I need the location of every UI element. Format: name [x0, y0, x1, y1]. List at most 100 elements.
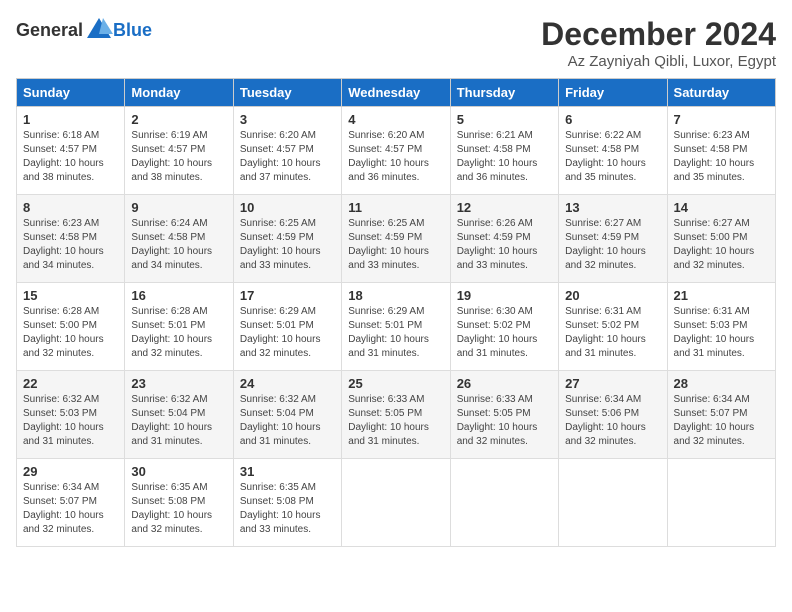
calendar-day-cell: 3 Sunrise: 6:20 AMSunset: 4:57 PMDaylight…	[233, 107, 341, 195]
day-detail: Sunrise: 6:34 AMSunset: 5:07 PMDaylight:…	[674, 393, 769, 449]
logo: General Blue	[16, 16, 152, 44]
header: General Blue December 2024 Az Zayniyah Q…	[16, 16, 776, 70]
day-detail: Sunrise: 6:34 AMSunset: 5:07 PMDaylight:…	[23, 481, 118, 537]
day-number: 5	[457, 112, 552, 127]
day-detail: Sunrise: 6:26 AMSunset: 4:59 PMDaylight:…	[457, 217, 552, 273]
day-number: 4	[348, 112, 443, 127]
day-detail: Sunrise: 6:32 AMSunset: 5:04 PMDaylight:…	[240, 393, 335, 449]
calendar-day-cell: 31 Sunrise: 6:35 AMSunset: 5:08 PMDayligh…	[233, 459, 341, 547]
day-detail: Sunrise: 6:20 AMSunset: 4:57 PMDaylight:…	[240, 129, 335, 185]
day-detail: Sunrise: 6:27 AMSunset: 5:00 PMDaylight:…	[674, 217, 769, 273]
day-detail: Sunrise: 6:34 AMSunset: 5:06 PMDaylight:…	[565, 393, 660, 449]
calendar-day-cell: 29Sunrise: 6:34 AMSunset: 5:07 PMDayligh…	[17, 459, 125, 547]
day-number: 18	[348, 288, 443, 303]
calendar-day-cell: 26 Sunrise: 6:33 AMSunset: 5:05 PMDayligh…	[450, 371, 558, 459]
calendar-day-cell: 2 Sunrise: 6:19 AMSunset: 4:57 PMDaylight…	[125, 107, 233, 195]
weekday-header-cell: Wednesday	[342, 79, 450, 107]
calendar-week-row: 22Sunrise: 6:32 AMSunset: 5:03 PMDayligh…	[17, 371, 776, 459]
calendar-day-cell: 12 Sunrise: 6:26 AMSunset: 4:59 PMDayligh…	[450, 195, 558, 283]
day-number: 27	[565, 376, 660, 391]
day-detail: Sunrise: 6:23 AMSunset: 4:58 PMDaylight:…	[23, 217, 118, 273]
day-number: 1	[23, 112, 118, 127]
calendar-day-cell: 14 Sunrise: 6:27 AMSunset: 5:00 PMDayligh…	[667, 195, 775, 283]
calendar-day-cell: 25 Sunrise: 6:33 AMSunset: 5:05 PMDayligh…	[342, 371, 450, 459]
weekday-header-cell: Tuesday	[233, 79, 341, 107]
day-detail: Sunrise: 6:31 AMSunset: 5:02 PMDaylight:…	[565, 305, 660, 361]
day-detail: Sunrise: 6:33 AMSunset: 5:05 PMDaylight:…	[348, 393, 443, 449]
day-number: 10	[240, 200, 335, 215]
day-number: 3	[240, 112, 335, 127]
calendar-day-cell: 5 Sunrise: 6:21 AMSunset: 4:58 PMDaylight…	[450, 107, 558, 195]
calendar-day-cell: 28 Sunrise: 6:34 AMSunset: 5:07 PMDayligh…	[667, 371, 775, 459]
day-detail: Sunrise: 6:35 AMSunset: 5:08 PMDaylight:…	[131, 481, 226, 537]
logo-blue: Blue	[113, 20, 152, 41]
day-number: 19	[457, 288, 552, 303]
calendar-day-cell: 6Sunrise: 6:22 AMSunset: 4:58 PMDaylight…	[559, 107, 667, 195]
page-container: General Blue December 2024 Az Zayniyah Q…	[16, 16, 776, 547]
logo-general: General	[16, 20, 83, 41]
day-number: 31	[240, 464, 335, 479]
day-number: 14	[674, 200, 769, 215]
day-detail: Sunrise: 6:30 AMSunset: 5:02 PMDaylight:…	[457, 305, 552, 361]
calendar-day-cell: 17 Sunrise: 6:29 AMSunset: 5:01 PMDayligh…	[233, 283, 341, 371]
day-number: 2	[131, 112, 226, 127]
title-area: December 2024 Az Zayniyah Qibli, Luxor, …	[541, 16, 776, 70]
day-number: 17	[240, 288, 335, 303]
day-number: 7	[674, 112, 769, 127]
day-detail: Sunrise: 6:23 AMSunset: 4:58 PMDaylight:…	[674, 129, 769, 185]
day-number: 11	[348, 200, 443, 215]
day-number: 15	[23, 288, 118, 303]
day-detail: Sunrise: 6:25 AMSunset: 4:59 PMDaylight:…	[348, 217, 443, 273]
day-number: 25	[348, 376, 443, 391]
calendar-day-cell: 18 Sunrise: 6:29 AMSunset: 5:01 PMDayligh…	[342, 283, 450, 371]
calendar-day-cell: 8 Sunrise: 6:23 AMSunset: 4:58 PMDaylight…	[17, 195, 125, 283]
calendar-day-cell: 7 Sunrise: 6:23 AMSunset: 4:58 PMDaylight…	[667, 107, 775, 195]
day-detail: Sunrise: 6:24 AMSunset: 4:58 PMDaylight:…	[131, 217, 226, 273]
main-title: December 2024	[541, 16, 776, 53]
day-number: 12	[457, 200, 552, 215]
calendar-day-cell: 11 Sunrise: 6:25 AMSunset: 4:59 PMDayligh…	[342, 195, 450, 283]
day-number: 26	[457, 376, 552, 391]
calendar-day-cell: 13Sunrise: 6:27 AMSunset: 4:59 PMDayligh…	[559, 195, 667, 283]
day-detail: Sunrise: 6:29 AMSunset: 5:01 PMDaylight:…	[348, 305, 443, 361]
calendar-week-row: 8 Sunrise: 6:23 AMSunset: 4:58 PMDaylight…	[17, 195, 776, 283]
weekday-header-cell: Friday	[559, 79, 667, 107]
calendar-day-cell: 9 Sunrise: 6:24 AMSunset: 4:58 PMDaylight…	[125, 195, 233, 283]
calendar-table: SundayMondayTuesdayWednesdayThursdayFrid…	[16, 78, 776, 547]
day-detail: Sunrise: 6:33 AMSunset: 5:05 PMDaylight:…	[457, 393, 552, 449]
calendar-day-cell	[667, 459, 775, 547]
calendar-day-cell: 1 Sunrise: 6:18 AMSunset: 4:57 PMDaylight…	[17, 107, 125, 195]
calendar-day-cell: 27 Sunrise: 6:34 AMSunset: 5:06 PMDayligh…	[559, 371, 667, 459]
day-number: 9	[131, 200, 226, 215]
calendar-day-cell	[342, 459, 450, 547]
day-detail: Sunrise: 6:29 AMSunset: 5:01 PMDaylight:…	[240, 305, 335, 361]
calendar-day-cell	[450, 459, 558, 547]
weekday-header-row: SundayMondayTuesdayWednesdayThursdayFrid…	[17, 79, 776, 107]
day-number: 28	[674, 376, 769, 391]
weekday-header-cell: Saturday	[667, 79, 775, 107]
day-detail: Sunrise: 6:27 AMSunset: 4:59 PMDaylight:…	[565, 217, 660, 273]
day-number: 23	[131, 376, 226, 391]
day-number: 16	[131, 288, 226, 303]
calendar-day-cell: 4Sunrise: 6:20 AMSunset: 4:57 PMDaylight…	[342, 107, 450, 195]
logo-icon	[85, 16, 113, 44]
day-detail: Sunrise: 6:18 AMSunset: 4:57 PMDaylight:…	[23, 129, 118, 185]
day-detail: Sunrise: 6:35 AMSunset: 5:08 PMDaylight:…	[240, 481, 335, 537]
day-number: 22	[23, 376, 118, 391]
day-number: 20	[565, 288, 660, 303]
day-detail: Sunrise: 6:32 AMSunset: 5:04 PMDaylight:…	[131, 393, 226, 449]
calendar-week-row: 15Sunrise: 6:28 AMSunset: 5:00 PMDayligh…	[17, 283, 776, 371]
calendar-day-cell: 15Sunrise: 6:28 AMSunset: 5:00 PMDayligh…	[17, 283, 125, 371]
day-number: 8	[23, 200, 118, 215]
weekday-header-cell: Sunday	[17, 79, 125, 107]
day-number: 30	[131, 464, 226, 479]
calendar-day-cell: 30 Sunrise: 6:35 AMSunset: 5:08 PMDayligh…	[125, 459, 233, 547]
day-number: 24	[240, 376, 335, 391]
day-detail: Sunrise: 6:19 AMSunset: 4:57 PMDaylight:…	[131, 129, 226, 185]
calendar-day-cell: 19 Sunrise: 6:30 AMSunset: 5:02 PMDayligh…	[450, 283, 558, 371]
day-detail: Sunrise: 6:28 AMSunset: 5:01 PMDaylight:…	[131, 305, 226, 361]
calendar-day-cell	[559, 459, 667, 547]
day-detail: Sunrise: 6:21 AMSunset: 4:58 PMDaylight:…	[457, 129, 552, 185]
calendar-body: 1 Sunrise: 6:18 AMSunset: 4:57 PMDaylight…	[17, 107, 776, 547]
calendar-day-cell: 23 Sunrise: 6:32 AMSunset: 5:04 PMDayligh…	[125, 371, 233, 459]
